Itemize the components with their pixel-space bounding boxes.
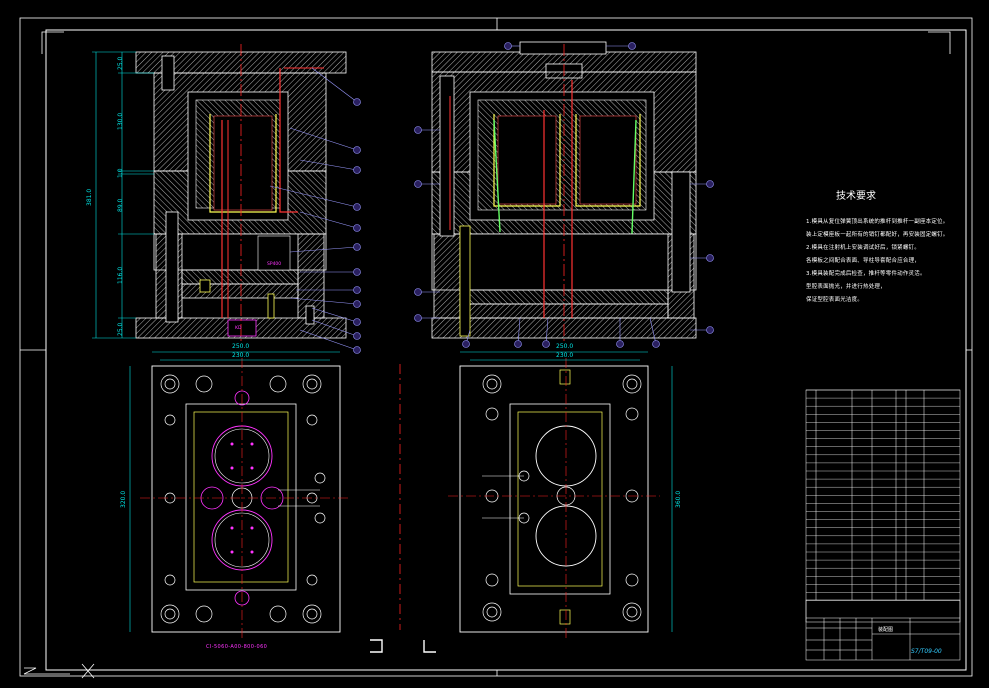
dim-width-inner-right: 230.0	[556, 352, 574, 359]
tech-requirement-line: 3.模具装配完成后检查，推杆等零件动作灵活。	[806, 271, 926, 277]
dim-stack-4: 89.0	[117, 198, 124, 212]
section-arrow-left	[370, 639, 383, 653]
section-arrow-right	[423, 640, 436, 653]
dim-stack-6: 25.0	[117, 322, 124, 336]
tech-requirement-line: 2.模具在注射机上安装调试好后，锁紧螺钉。	[806, 245, 920, 251]
tech-requirement-line: 1.模具从复位弹簧顶出系统的推杆到推杆一副座本定位。	[806, 219, 949, 225]
dim-stack-3: 1.0	[117, 168, 124, 178]
parts-list-rows	[806, 389, 960, 601]
dim-width-top-left: 250.0	[232, 343, 250, 350]
dim-stack-1: 25.0	[117, 56, 124, 70]
assembly-drawing-canvas	[19, 17, 973, 679]
left-plan-view	[140, 358, 350, 640]
tech-requirements-title: 技术要求	[836, 191, 876, 202]
right-section-view	[431, 41, 697, 344]
dim-height-right: 360.0	[675, 490, 682, 508]
dim-total-height: 381.0	[86, 188, 93, 206]
dim-width-top-right: 250.0	[556, 343, 574, 350]
corner-mark-tl	[41, 31, 64, 54]
dim-stack-5: 116.0	[117, 266, 124, 284]
title-block-name: 装配图	[878, 627, 894, 633]
dim-width-inner-left: 230.0	[232, 352, 250, 359]
parts-list-table	[805, 389, 961, 623]
tech-requirement-line: 型腔表面抛光，并进行热处理，	[806, 284, 886, 290]
bottom-part-note: CI-5060-A00-800-060	[206, 644, 268, 650]
dim-height-left: 320.0	[120, 490, 127, 508]
tech-requirement-line: 装上定模座板一起所有的销钉都配好，再安装固定螺钉。	[806, 232, 949, 238]
section-label-kd: KD	[235, 326, 242, 331]
dim-stack-2: 130.0	[117, 112, 124, 130]
title-block-drawing-number: S7/T09-00	[911, 648, 942, 655]
right-plan-view	[448, 358, 660, 640]
tech-requirement-line: 各模板之间配合表面、导柱导套配合应合理，	[806, 258, 921, 264]
left-section-view	[135, 44, 347, 344]
corner-mark-tr	[928, 31, 951, 54]
section-label-sp: SP400	[267, 262, 282, 267]
left-dimensions	[92, 51, 154, 339]
tech-requirement-line: 保证型腔表面光洁度。	[806, 297, 864, 303]
